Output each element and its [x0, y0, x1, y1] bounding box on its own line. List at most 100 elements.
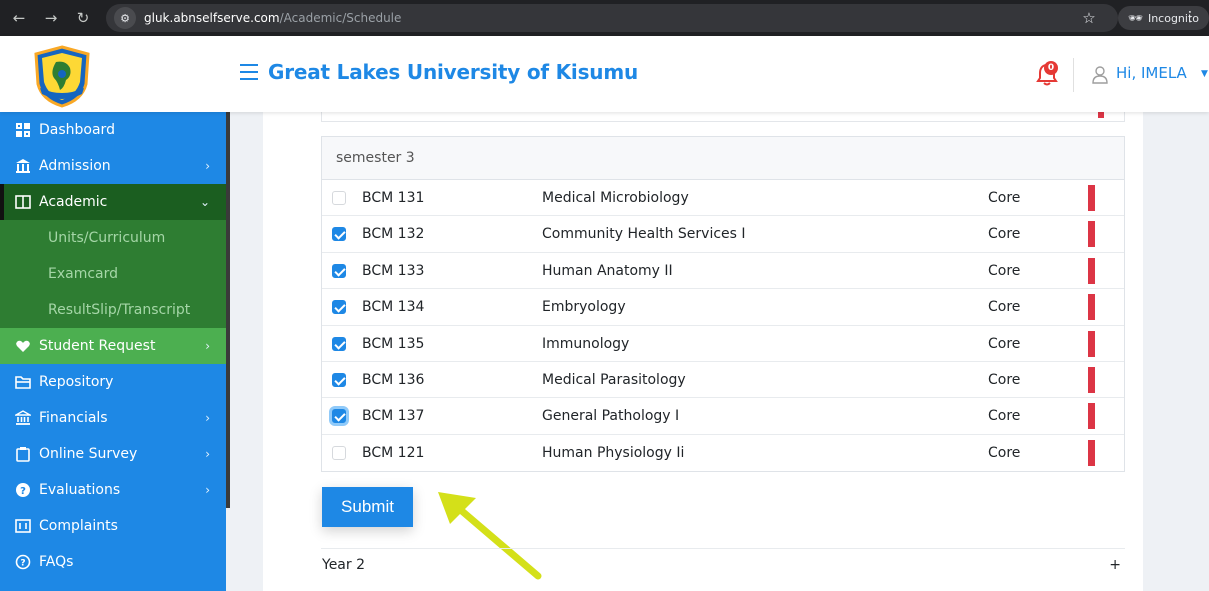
sidebar-item-label: Online Survey	[39, 446, 138, 462]
question-circle-icon: ?	[14, 481, 32, 499]
unit-code: BCM 135	[362, 335, 425, 352]
url-host: gluk.abnselfserve.com	[144, 11, 280, 25]
url-path: /Academic/Schedule	[279, 11, 402, 25]
unit-row: BCM 136 Medical Parasitology Core	[322, 362, 1124, 399]
sidebar-item-label: Complaints	[39, 518, 118, 534]
sidebar-item-online-survey[interactable]: Online Survey ›	[0, 436, 226, 472]
incognito-icon: 🕶	[1127, 11, 1143, 25]
submit-button[interactable]: Submit	[322, 487, 413, 527]
sidebar-item-label: Student Request	[39, 338, 156, 354]
sidebar-subitem-label: ResultSlip/Transcript	[48, 302, 191, 318]
sidebar-item-label: FAQs	[39, 554, 74, 570]
sidebar-subitem-resultslip[interactable]: ResultSlip/Transcript	[0, 292, 226, 328]
university-logo	[34, 45, 90, 108]
unit-checkbox[interactable]	[332, 336, 346, 351]
unit-checkbox[interactable]	[332, 300, 346, 315]
svg-text:?: ?	[20, 486, 26, 497]
unit-checkbox[interactable]	[332, 263, 346, 278]
sidebar-item-label: Dashboard	[39, 122, 115, 138]
sidebar-item-label: Evaluations	[39, 482, 121, 498]
clipboard-icon	[14, 445, 32, 463]
reload-icon[interactable]: ↻	[74, 9, 92, 27]
unit-checkbox[interactable]	[332, 227, 346, 242]
svg-text:?: ?	[20, 559, 25, 569]
unit-name: Embryology	[542, 299, 626, 316]
sidebar-item-repository[interactable]: Repository	[0, 364, 226, 400]
url-text[interactable]: gluk.abnselfserve.com/Academic/Schedule	[144, 11, 401, 25]
unit-checkbox[interactable]	[332, 372, 346, 387]
bookmark-star-icon[interactable]: ☆	[1082, 9, 1095, 27]
unit-code: BCM 121	[362, 444, 425, 461]
sidebar-item-label: Financials	[39, 410, 108, 426]
sidebar-item-faqs[interactable]: ? FAQs	[0, 544, 226, 580]
sidebar-item-dashboard[interactable]: Dashboard	[0, 112, 226, 148]
status-marker	[1088, 403, 1095, 430]
sidebar-item-label: Admission	[39, 158, 111, 174]
sidebar-subitem-label: Examcard	[48, 266, 119, 282]
browser-nav: ← → ↻	[10, 9, 92, 27]
expand-icon[interactable]: +	[1109, 557, 1121, 573]
sidebar-item-label: Academic	[39, 194, 108, 210]
unit-name: Community Health Services I	[542, 226, 746, 243]
status-marker	[1088, 330, 1095, 357]
unit-code: BCM 136	[362, 371, 425, 388]
status-marker	[1088, 439, 1095, 466]
sidebar-item-financials[interactable]: Financials ›	[0, 400, 226, 436]
dashboard-icon	[14, 121, 32, 139]
sidebar-item-label: Repository	[39, 374, 114, 390]
user-dropdown-icon[interactable]: ▼	[1201, 69, 1208, 79]
unit-type: Core	[988, 408, 1021, 425]
sidebar-subitem-examcard[interactable]: Examcard	[0, 256, 226, 292]
sidebar-subitem-label: Units/Curriculum	[48, 230, 166, 246]
address-bar[interactable]: ⚙ gluk.abnselfserve.com/Academic/Schedul…	[106, 4, 1118, 32]
status-marker	[1098, 112, 1104, 118]
forward-icon[interactable]: →	[42, 9, 60, 27]
header-divider	[1073, 58, 1074, 92]
user-icon[interactable]	[1092, 66, 1108, 84]
unit-code: BCM 137	[362, 408, 425, 425]
unit-checkbox[interactable]	[332, 445, 346, 460]
chevron-down-icon: ⌄	[199, 195, 210, 209]
sidebar-item-admission[interactable]: Admission ›	[0, 148, 226, 184]
unit-name: Medical Microbiology	[542, 190, 689, 206]
back-icon[interactable]: ←	[10, 9, 28, 27]
unit-checkbox[interactable]	[332, 409, 346, 424]
unit-checkbox[interactable]	[332, 191, 346, 205]
help-circle-icon: ?	[14, 553, 32, 571]
menu-toggle-icon[interactable]	[240, 64, 258, 80]
chevron-right-icon: ›	[205, 339, 210, 353]
sidebar-item-complaints[interactable]: Complaints	[0, 508, 226, 544]
sidebar-item-student-request[interactable]: Student Request ›	[0, 328, 226, 364]
unit-name: General Pathology I	[542, 408, 680, 425]
chevron-right-icon: ›	[205, 483, 210, 497]
browser-toolbar: ← → ↻ ⚙ gluk.abnselfserve.com/Academic/S…	[0, 0, 1209, 36]
sidebar: Dashboard Admission › Academic ⌄ Units/C…	[0, 112, 226, 591]
unit-type: Core	[988, 371, 1021, 388]
browser-menu-icon[interactable]: ⋮	[1183, 9, 1197, 25]
unit-name: Human Anatomy II	[542, 262, 673, 279]
unit-type: Core	[988, 262, 1021, 279]
unit-row: BCM 131 Medical Microbiology Core	[322, 180, 1124, 217]
chevron-right-icon: ›	[205, 447, 210, 461]
site-settings-icon[interactable]: ⚙	[114, 7, 136, 29]
unit-row: BCM 134 Embryology Core	[322, 289, 1124, 326]
unit-row: BCM 132 Community Health Services I Core	[322, 216, 1124, 253]
unit-code: BCM 131	[362, 190, 425, 206]
status-marker	[1088, 366, 1095, 393]
unit-name: Medical Parasitology	[542, 371, 686, 388]
unit-type: Core	[988, 444, 1021, 461]
status-marker	[1088, 221, 1095, 248]
unit-type: Core	[988, 226, 1021, 243]
unit-name: Human Physiology Ii	[542, 444, 685, 461]
chevron-right-icon: ›	[205, 411, 210, 425]
unit-type: Core	[988, 190, 1021, 206]
unit-row: BCM 137 General Pathology I Core	[322, 398, 1124, 435]
unit-code: BCM 133	[362, 262, 425, 279]
sidebar-item-academic[interactable]: Academic ⌄	[0, 184, 226, 220]
chevron-right-icon: ›	[205, 159, 210, 173]
heart-hand-icon	[14, 337, 32, 355]
user-greeting[interactable]: Hi, IMELA	[1116, 64, 1187, 82]
sidebar-item-evaluations[interactable]: ? Evaluations ›	[0, 472, 226, 508]
year-2-accordion[interactable]: Year 2 +	[321, 548, 1125, 582]
sidebar-subitem-units-curriculum[interactable]: Units/Curriculum	[0, 220, 226, 256]
